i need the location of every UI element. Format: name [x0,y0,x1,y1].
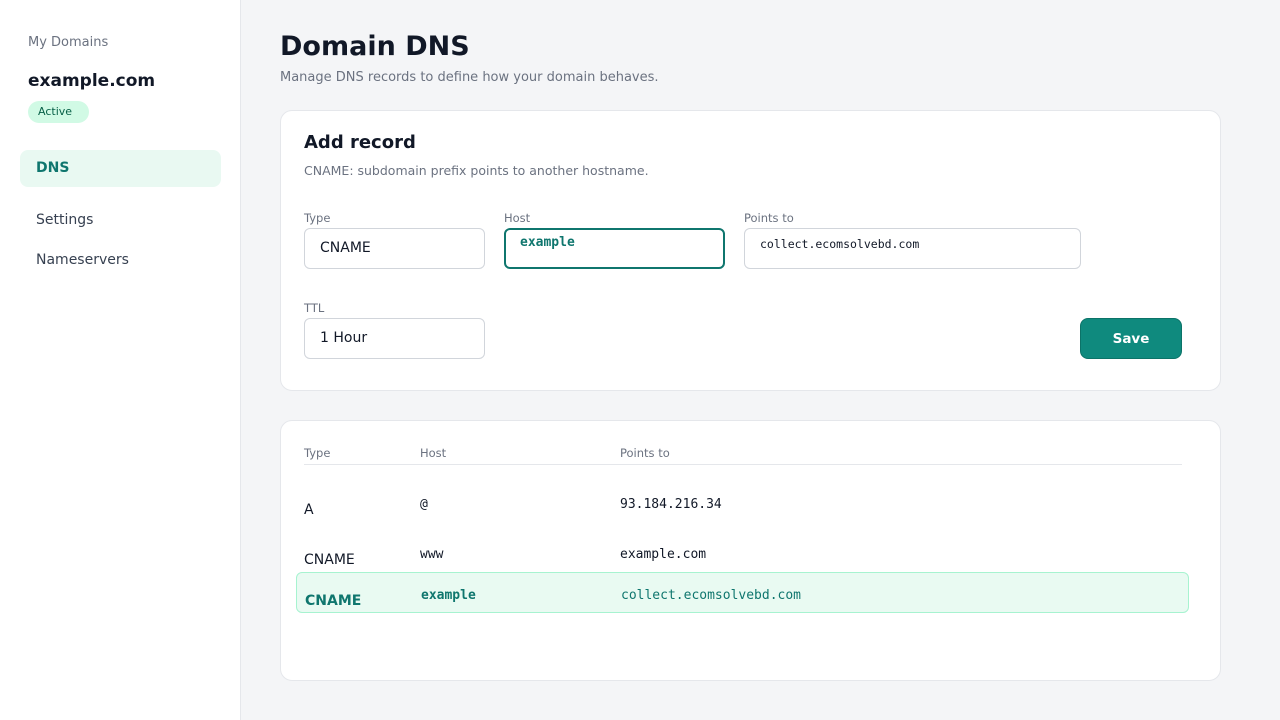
page-subtitle: Manage DNS records to define how your do… [280,70,659,85]
column-header-points-to: Points to [620,446,670,460]
sidebar-item-label: Settings [36,212,94,228]
breadcrumb-my-domains[interactable]: My Domains [28,35,108,50]
page-title: Domain DNS [280,31,470,62]
ttl-select[interactable]: 1 Hour [304,318,485,359]
sidebar-item-settings[interactable]: Settings [20,202,221,239]
table-row-highlighted[interactable]: CNAME example collect.ecomsolvebd.com [296,572,1189,613]
records-table: Type Host Points to A @ 93.184.216.34 CN… [280,420,1221,681]
sidebar-item-nameservers[interactable]: Nameservers [20,242,221,279]
add-record-title: Add record [304,132,416,153]
sidebar-item-label: Nameservers [36,252,129,268]
ttl-label: TTL [304,301,325,315]
header-divider [304,464,1182,465]
sidebar: My Domains example.com Active DNS Settin… [0,0,241,720]
sidebar-item-label: DNS [36,160,70,176]
host-label: Host [504,211,531,225]
add-record-hint: CNAME: subdomain prefix points to anothe… [304,163,649,178]
column-header-host: Host [420,446,447,460]
record-host: example [421,588,476,603]
record-type: A [304,502,314,518]
record-host: www [420,547,444,562]
table-row[interactable]: A @ 93.184.216.34 [296,482,1189,523]
sidebar-item-dns[interactable]: DNS [20,150,221,187]
record-type: CNAME [304,552,355,568]
save-button[interactable]: Save [1080,318,1182,359]
points-to-label: Points to [744,211,794,225]
points-to-input[interactable]: collect.ecomsolvebd.com [744,228,1081,269]
type-select[interactable]: CNAME [304,228,485,269]
record-points-to: collect.ecomsolvebd.com [621,588,802,603]
record-points-to: example.com [620,547,707,562]
table-row[interactable]: CNAME www example.com [296,532,1189,573]
record-host: @ [420,497,428,512]
column-header-type: Type [304,446,331,460]
type-label: Type [304,211,331,225]
record-type: CNAME [305,593,362,609]
domain-name: example.com [28,71,156,91]
status-badge: Active [28,101,89,123]
host-input[interactable]: example [504,228,725,269]
record-points-to: 93.184.216.34 [620,497,722,512]
add-record-card: Add record CNAME: subdomain prefix point… [280,110,1221,391]
